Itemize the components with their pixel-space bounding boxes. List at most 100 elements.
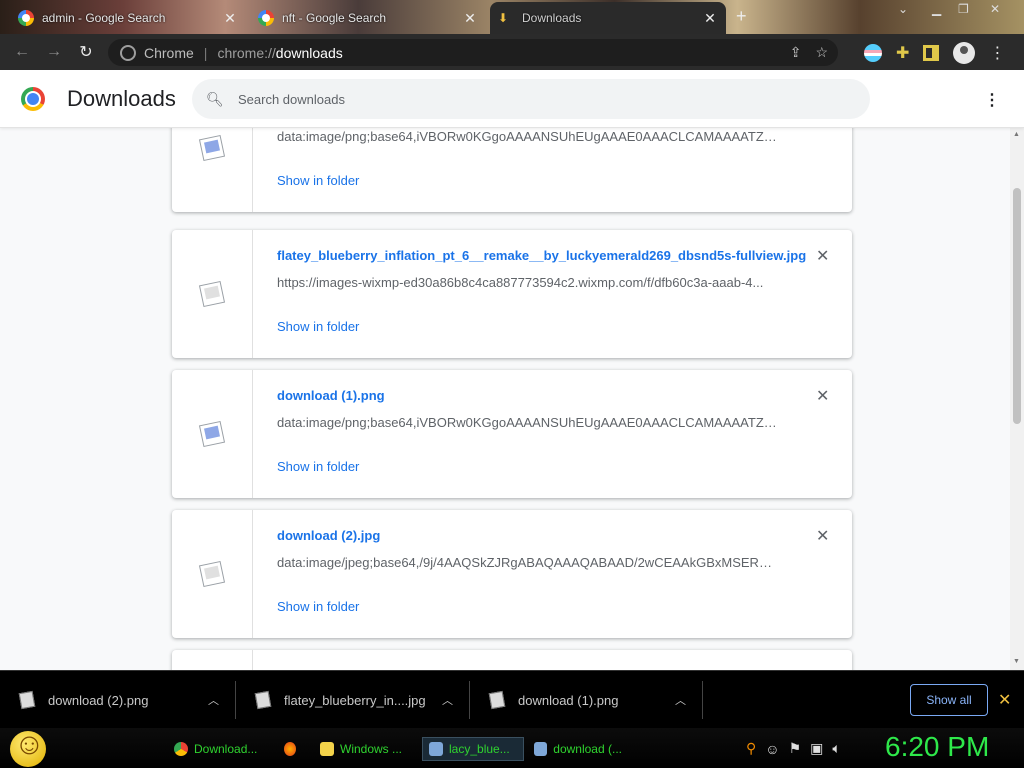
forward-arrow-icon[interactable]: → (38, 36, 70, 68)
google-icon (258, 10, 274, 26)
file-thumbnail (172, 230, 253, 358)
scroll-down-icon[interactable]: ▼ (1013, 658, 1020, 665)
taskbar-item-image-viewer[interactable]: lacy_blue... (422, 737, 524, 761)
file-icon (18, 690, 36, 710)
image-file-icon (197, 420, 227, 448)
back-arrow-icon[interactable]: ← (6, 36, 38, 68)
minimize-icon[interactable]: ▁ (932, 2, 941, 16)
show-all-button[interactable]: Show all (910, 684, 988, 716)
download-card: flatey_blueberry_inflation_pt_6__remake_… (172, 230, 852, 358)
site-label: Chrome (144, 44, 194, 61)
omnibox-divider: | (203, 44, 208, 61)
browser-toolbar: ← → ↻ Chrome | chrome:// downloads ⇪ ☆ ✚… (0, 34, 1024, 70)
more-actions-icon[interactable]: ⋮ (984, 90, 1000, 110)
scroll-thumb[interactable] (1013, 188, 1021, 424)
downloads-page: Downloads 🔍︎ ⋮ data:image/png;base64,iVB… (0, 70, 1024, 670)
chrome-icon (174, 742, 188, 756)
profile-avatar-icon[interactable] (953, 42, 976, 64)
file-icon (488, 690, 506, 710)
tab-admin-search[interactable]: admin - Google Search ✕ (10, 2, 246, 34)
tab-title: Downloads (522, 11, 582, 25)
download-card: download (2).jpg data:image/jpeg;base64,… (172, 510, 852, 638)
page-scrollbar[interactable]: ▲ ▼ (1010, 128, 1024, 670)
extension-flag-icon[interactable] (864, 44, 882, 62)
show-in-folder-link[interactable]: Show in folder (277, 173, 359, 188)
taskbar-item-chrome[interactable]: Download... (168, 737, 268, 761)
taskbar-item-image-viewer[interactable]: download (... (528, 737, 628, 761)
tab-search-icon[interactable]: ⌄ (898, 2, 908, 16)
folder-icon (320, 742, 334, 756)
download-file-name[interactable]: flatey_blueberry_inflation_pt_6__remake_… (277, 248, 806, 263)
chevron-up-icon[interactable]: ︿ (208, 692, 219, 708)
show-in-folder-link[interactable]: Show in folder (277, 459, 359, 474)
address-bar[interactable]: Chrome | chrome:// downloads ⇪ ☆ (108, 39, 838, 66)
tab-title: admin - Google Search (42, 11, 166, 25)
messenger-icon[interactable]: ☺ (765, 741, 779, 757)
taskbar-item-label: download (... (553, 742, 622, 756)
chrome-logo-icon (21, 87, 45, 111)
extensions-puzzle-icon[interactable]: ✚ (896, 43, 909, 63)
tab-title: nft - Google Search (282, 11, 387, 25)
taskbar-item-explorer[interactable]: Windows ... (314, 737, 414, 761)
blank-file-icon (197, 280, 227, 308)
file-thumbnail (172, 370, 253, 498)
close-shelf-icon[interactable]: ✕ (998, 690, 1011, 710)
volume-icon[interactable]: 🔈︎ (832, 740, 840, 757)
system-tray: ⚲ ☺ ⚑ ▣ 🔈︎ (746, 740, 841, 757)
shelf-download-item[interactable]: download (2).png ︿ (0, 681, 236, 719)
url-scheme: chrome:// (217, 44, 276, 61)
scroll-up-icon[interactable]: ▲ (1013, 131, 1020, 138)
download-source-url: data:image/png;base64,iVBORw0KGgoAAAANSU… (277, 129, 777, 144)
firefox-icon (284, 742, 296, 756)
close-tab-icon[interactable]: ✕ (222, 10, 238, 27)
flag-icon[interactable]: ⚑ (789, 740, 802, 757)
remove-download-icon[interactable]: ✕ (816, 386, 829, 406)
bookmark-star-icon[interactable]: ☆ (815, 44, 828, 61)
tab-downloads[interactable]: ⬇ Downloads ✕ (490, 2, 726, 34)
taskbar-item-firefox[interactable] (278, 737, 308, 761)
blank-file-icon (197, 560, 227, 588)
tab-nft-search[interactable]: nft - Google Search ✕ (250, 2, 486, 34)
search-icon[interactable]: ⚲ (746, 740, 756, 757)
shelf-file-name: flatey_blueberry_in....jpg (284, 692, 426, 708)
taskbar-item-label: lacy_blue... (449, 742, 510, 756)
side-panel-icon[interactable] (923, 45, 940, 61)
taskbar-clock[interactable]: 6:20 PM (885, 731, 989, 763)
show-in-folder-link[interactable]: Show in folder (277, 319, 359, 334)
search-box[interactable]: 🔍︎ (192, 79, 870, 119)
file-icon (254, 690, 272, 710)
shelf-file-name: download (1).png (518, 692, 619, 708)
page-title: Downloads (67, 86, 176, 111)
chevron-up-icon[interactable]: ︿ (442, 692, 453, 708)
new-tab-button[interactable]: + (736, 6, 747, 27)
start-button[interactable] (10, 728, 46, 767)
taskbar: Download... Windows ... lacy_blue... dow… (0, 728, 1024, 768)
image-viewer-icon (534, 742, 548, 756)
show-in-folder-link[interactable]: Show in folder (277, 599, 359, 614)
remove-download-icon[interactable]: ✕ (816, 246, 829, 266)
reload-icon[interactable]: ↻ (70, 36, 102, 68)
search-icon: 🔍︎ (206, 90, 224, 107)
close-window-icon[interactable]: ✕ (990, 2, 1000, 16)
shelf-download-item[interactable]: flatey_blueberry_in....jpg ︿ (236, 681, 470, 719)
chrome-site-icon (120, 44, 136, 61)
file-thumbnail (172, 650, 253, 670)
download-icon: ⬇ (498, 11, 509, 25)
shelf-file-name: download (2).png (48, 692, 149, 708)
restore-icon[interactable]: ❐ (958, 2, 969, 16)
close-tab-icon[interactable]: ✕ (702, 10, 718, 27)
share-icon[interactable]: ⇪ (790, 44, 802, 61)
taskbar-item-label: Windows ... (340, 742, 403, 756)
download-file-name[interactable]: download (1).png (277, 388, 385, 403)
shelf-download-item[interactable]: download (1).png ︿ (470, 681, 703, 719)
chevron-up-icon[interactable]: ︿ (675, 692, 686, 708)
remove-download-icon[interactable]: ✕ (816, 526, 829, 546)
downloads-header: Downloads 🔍︎ ⋮ (0, 70, 1024, 128)
close-tab-icon[interactable]: ✕ (462, 10, 478, 27)
browser-menu-icon[interactable]: ⋮ (989, 43, 1005, 63)
download-file-name[interactable]: download (2).jpg (277, 528, 380, 543)
network-icon[interactable]: ▣ (810, 740, 823, 757)
search-input[interactable] (238, 91, 838, 107)
file-thumbnail (172, 510, 253, 638)
url-host: downloads (275, 44, 343, 61)
